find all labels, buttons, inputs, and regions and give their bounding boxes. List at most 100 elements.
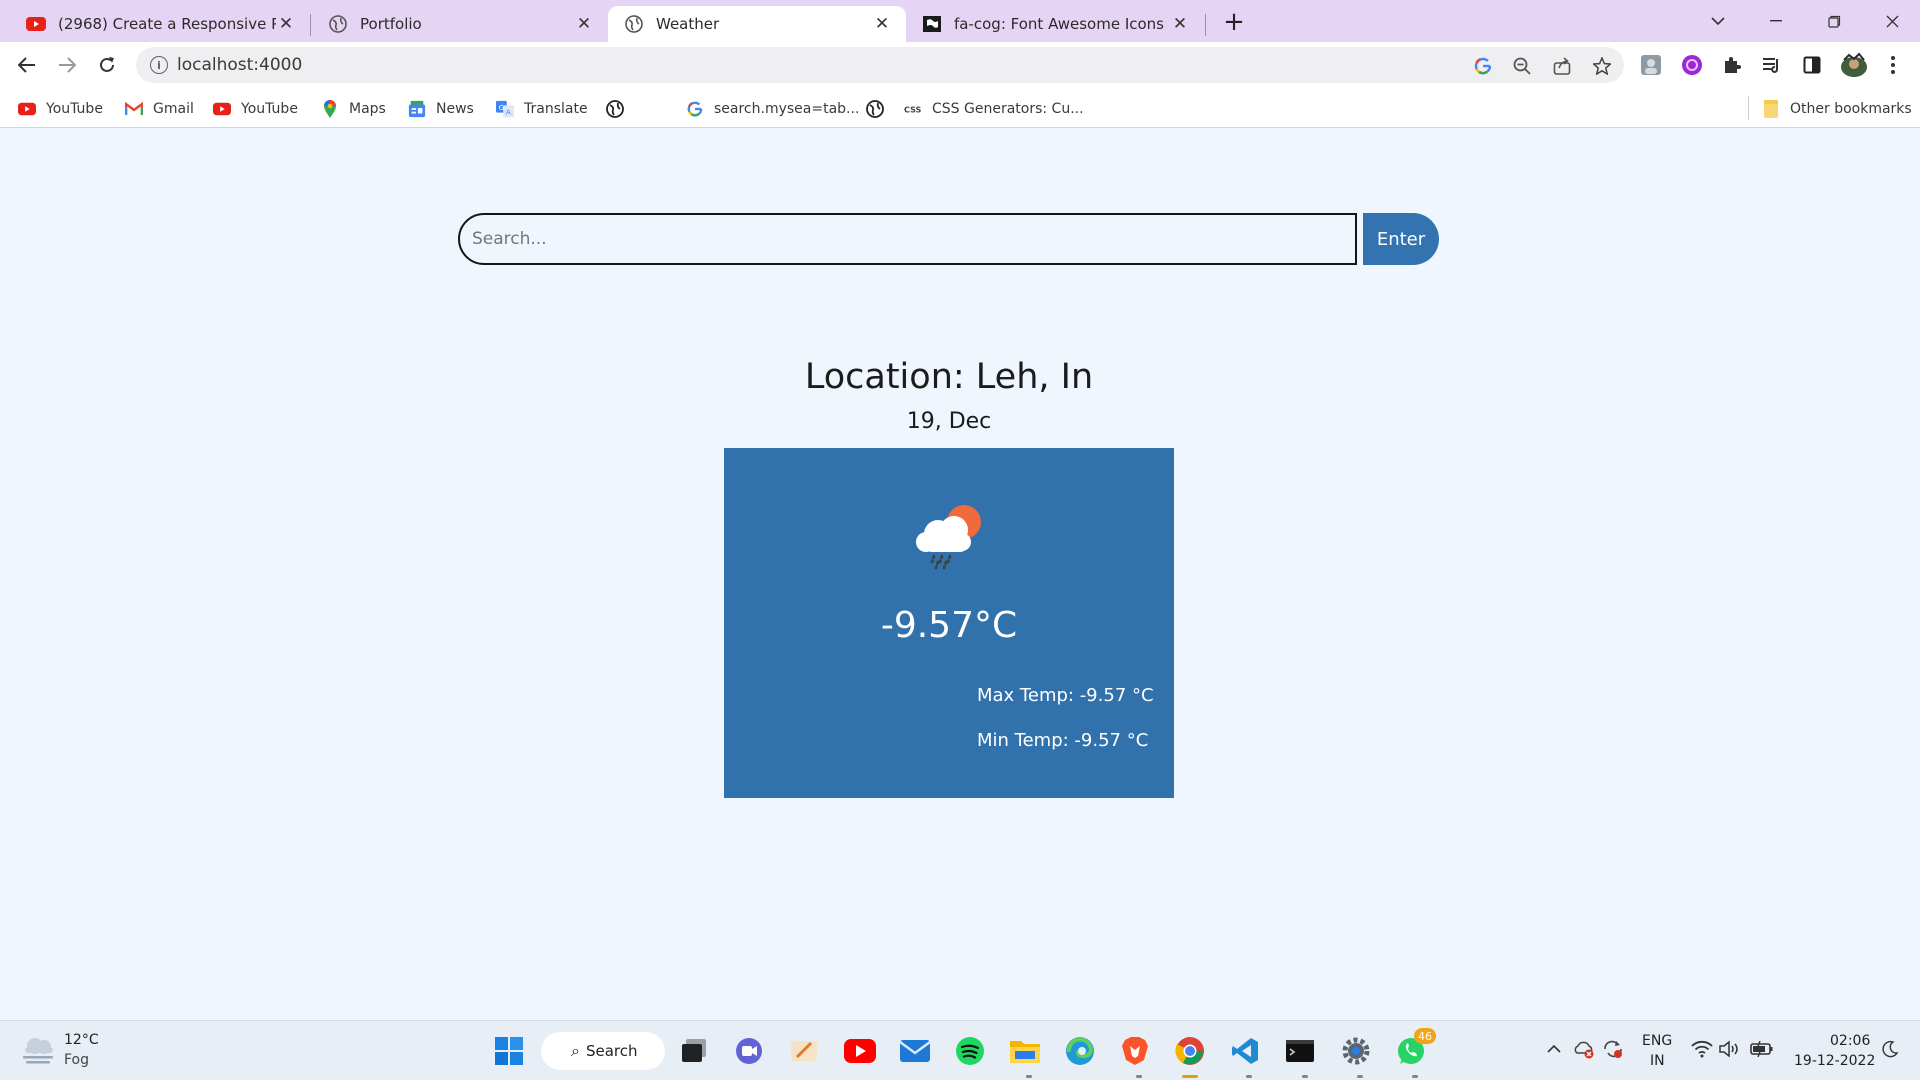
drawing-app-icon[interactable]	[786, 1033, 822, 1069]
translate-icon: GA	[496, 100, 514, 118]
windows-start-icon[interactable]	[491, 1033, 527, 1069]
date-label: 19, Dec	[906, 409, 992, 434]
forward-button[interactable]	[50, 48, 84, 82]
address-bar[interactable]: i localhost:4000	[136, 47, 1624, 83]
reload-button[interactable]	[90, 48, 124, 82]
chrome-menu-icon[interactable]	[1880, 52, 1906, 78]
tab-title: Portfolio	[360, 15, 422, 33]
volume-icon[interactable]	[1718, 1037, 1742, 1061]
bookmark-gmail[interactable]: Gmail	[125, 98, 194, 120]
cloud-rain-sun-icon	[910, 500, 990, 570]
task-view-icon[interactable]	[676, 1033, 712, 1069]
tab-font-awesome[interactable]: fa-cog: Font Awesome Icons ✕	[906, 6, 1204, 42]
brave-icon[interactable]	[1117, 1033, 1153, 1069]
bookmarks-divider	[1748, 96, 1749, 120]
weather-widget-temp[interactable]: 12°C	[64, 1032, 99, 1048]
show-hidden-icons-chevron-icon[interactable]	[1542, 1037, 1566, 1061]
youtube-icon	[213, 100, 231, 118]
search-input[interactable]	[458, 213, 1357, 265]
tab-youtube[interactable]: (2968) Create a Responsive Perso ✕	[10, 6, 310, 42]
mail-icon[interactable]	[897, 1033, 933, 1069]
vscode-icon[interactable]	[1227, 1033, 1263, 1069]
weather-widget-condition[interactable]: Fog	[64, 1052, 89, 1068]
bookmark-css-generators[interactable]: CSS CSS Generators: Cu...	[904, 98, 1084, 120]
running-indicator	[1136, 1075, 1142, 1078]
bookmark-label: YouTube	[46, 101, 103, 117]
active-app-indicator	[1182, 1075, 1198, 1078]
language-indicator[interactable]: ENG	[1642, 1033, 1672, 1049]
close-tab-icon[interactable]: ✕	[574, 14, 594, 34]
running-indicator	[1026, 1075, 1032, 1078]
restore-button[interactable]	[1806, 0, 1862, 42]
font-awesome-flag-icon	[922, 14, 942, 34]
tab-title: Weather	[656, 15, 720, 33]
extension-purple-icon[interactable]	[1679, 52, 1705, 78]
extension-profile-icon[interactable]	[1638, 52, 1664, 78]
new-tab-button[interactable]: +	[1220, 7, 1248, 37]
clock-date[interactable]: 19-12-2022	[1794, 1053, 1875, 1069]
bookmark-youtube[interactable]: YouTube	[18, 98, 103, 120]
tab-title: (2968) Create a Responsive Perso	[58, 15, 276, 33]
globe-icon	[606, 100, 624, 118]
min-temp-label: Min Temp: -9.57 °C	[977, 730, 1149, 751]
bookmark-news[interactable]: News	[408, 98, 474, 120]
bookmark-google-search[interactable]: search.mysea=tab...	[686, 98, 859, 120]
sync-icon[interactable]	[1601, 1037, 1625, 1061]
tab-strip: (2968) Create a Responsive Perso ✕ Portf…	[0, 0, 1920, 42]
profile-avatar-icon[interactable]	[1839, 52, 1869, 78]
site-info-icon[interactable]: i	[150, 56, 168, 74]
clock-time[interactable]: 02:06	[1830, 1033, 1870, 1049]
reading-list-icon[interactable]	[1759, 52, 1785, 78]
back-button[interactable]	[10, 48, 44, 82]
weather-card: -9.57°C Max Temp: -9.57 °C Min Temp: -9.…	[724, 448, 1174, 798]
onedrive-error-icon[interactable]	[1572, 1037, 1596, 1061]
close-tab-icon[interactable]: ✕	[872, 14, 892, 34]
zoom-out-icon[interactable]	[1511, 55, 1533, 77]
bookmark-label: Translate	[524, 101, 588, 117]
tab-weather[interactable]: Weather ✕	[608, 6, 906, 42]
address-url[interactable]: localhost:4000	[177, 55, 302, 75]
file-explorer-icon[interactable]	[1007, 1033, 1043, 1069]
side-panel-icon[interactable]	[1799, 52, 1825, 78]
battery-charging-icon[interactable]	[1750, 1037, 1774, 1061]
globe-icon	[866, 100, 884, 118]
terminal-icon[interactable]	[1282, 1033, 1318, 1069]
extensions-puzzle-icon[interactable]	[1719, 52, 1745, 78]
spotify-icon[interactable]	[952, 1033, 988, 1069]
news-icon	[408, 100, 426, 118]
close-tab-icon[interactable]: ✕	[1170, 14, 1190, 34]
chrome-icon[interactable]	[1172, 1033, 1208, 1069]
bookmark-youtube[interactable]: YouTube	[213, 98, 298, 120]
max-temp-label: Max Temp: -9.57 °C	[977, 685, 1154, 706]
weather-app-page: Enter Location: Leh, In 19, Dec -9.57°C …	[0, 129, 1920, 1020]
teams-chat-icon[interactable]	[731, 1033, 767, 1069]
google-lens-icon[interactable]	[1472, 55, 1494, 77]
tab-divider	[1205, 14, 1206, 36]
bookmark-translate[interactable]: GA Translate	[496, 98, 588, 120]
share-icon[interactable]	[1551, 55, 1573, 77]
bookmark-label: CSS Generators: Cu...	[932, 101, 1084, 117]
edge-icon[interactable]	[1062, 1033, 1098, 1069]
minimize-button[interactable]	[1748, 0, 1804, 42]
settings-gear-icon[interactable]	[1338, 1033, 1374, 1069]
close-window-button[interactable]	[1864, 0, 1920, 42]
bookmark-maps[interactable]: Maps	[321, 98, 386, 120]
taskbar-search-button[interactable]: ⌕ Search	[541, 1032, 665, 1070]
bookmark-globe[interactable]	[606, 98, 634, 120]
tab-portfolio[interactable]: Portfolio ✕	[312, 6, 608, 42]
focus-moon-icon[interactable]	[1878, 1037, 1902, 1061]
enter-button[interactable]: Enter	[1363, 213, 1439, 265]
bookmark-star-icon[interactable]	[1591, 55, 1613, 77]
search-icon: ⌕	[571, 1041, 580, 1060]
bookmark-other[interactable]: Other bookmarks	[1762, 98, 1912, 120]
youtube-app-icon[interactable]	[842, 1033, 878, 1069]
bookmark-globe[interactable]	[866, 98, 894, 120]
fog-weather-icon[interactable]	[20, 1033, 56, 1065]
running-indicator	[1357, 1075, 1363, 1078]
region-indicator[interactable]: IN	[1650, 1053, 1665, 1069]
tab-title: fa-cog: Font Awesome Icons	[954, 15, 1164, 33]
tab-search-chevron-icon[interactable]	[1690, 0, 1746, 42]
svg-text:CSS: CSS	[904, 105, 922, 115]
close-tab-icon[interactable]: ✕	[276, 14, 296, 34]
wifi-icon[interactable]	[1690, 1037, 1714, 1061]
